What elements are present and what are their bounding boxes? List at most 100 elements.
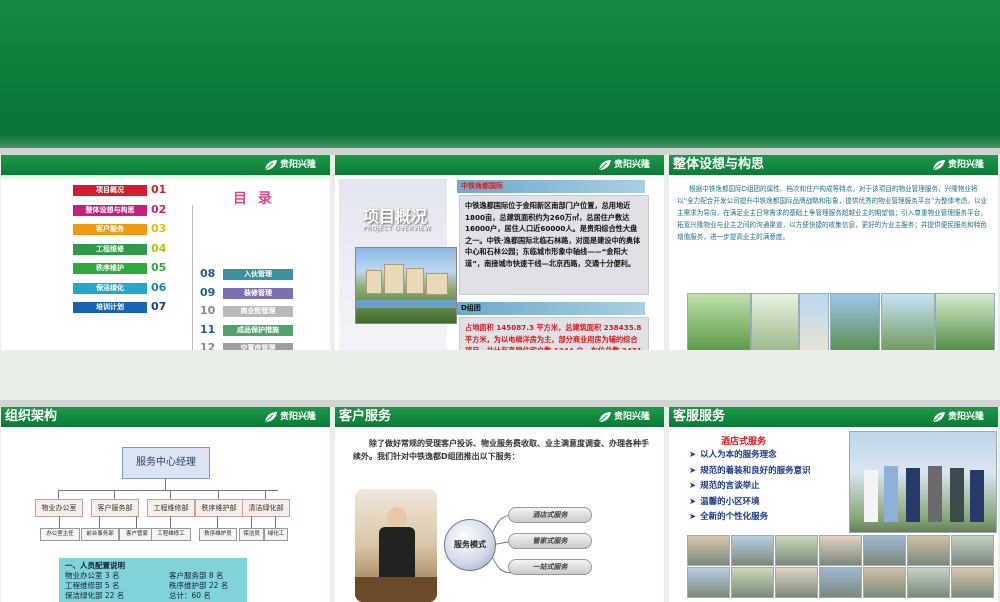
- toc-item-11[interactable]: 成品保护措施: [223, 324, 293, 336]
- toc-number-5: 05: [151, 261, 167, 274]
- service-photo-thumb: [863, 535, 906, 566]
- toc-number-4: 04: [151, 241, 167, 255]
- toc-item-1[interactable]: 项目概况: [73, 185, 147, 196]
- toc-number-11: 11: [200, 322, 216, 336]
- service-mode-2[interactable]: 管家式服务: [508, 533, 592, 549]
- slide-customer-service[interactable]: 客户服务 贵阳兴隆 除了做好常规的受理客户投诉、物业服务费收取、业主满意度调查、…: [335, 407, 664, 602]
- service-item-label: 以人为本的服务理念: [700, 450, 777, 460]
- service-item-label: 规范的言谈举止: [700, 481, 760, 491]
- service-photo-thumb: [687, 567, 730, 598]
- service-photo-6: [935, 293, 995, 350]
- arrow-icon: ➤: [689, 450, 697, 460]
- toc-item-10[interactable]: 商业街管理: [223, 306, 293, 317]
- staff-count: 物业办公室 3 名: [65, 571, 120, 580]
- toc-number-1: 01: [151, 183, 167, 196]
- org-node-dept-5: 清洁绿化部: [242, 499, 290, 517]
- toc-item-2[interactable]: 整体设想与构思: [73, 204, 147, 216]
- org-node-manager: 服务中心经理: [122, 447, 210, 479]
- arrow-icon: ➤: [689, 465, 697, 476]
- slide-title: 组织架构: [5, 409, 58, 424]
- service-photo-5: [881, 293, 935, 350]
- org-node-dept-1: 物业办公室: [35, 499, 83, 517]
- service-item-label: 温馨的小区环境: [700, 496, 760, 507]
- slide-service-items[interactable]: 客服服务 贵阳兴隆 酒店式服务 ➤ 以人为本的服务理念 ➤ 规范的着装和良好的服务意识…: [669, 407, 998, 602]
- slide-header: 整体设想与构思 贵阳兴隆: [669, 155, 998, 175]
- service-photo-1: [687, 293, 751, 350]
- slide-header: 贵阳兴隆: [1, 155, 330, 175]
- service-photo-thumb: [819, 535, 862, 566]
- overview-text-box: 中铁逸都国际位于金阳新区南部门户位置，总用地近1800亩，总建筑面积约为260万…: [459, 195, 649, 295]
- staff-row: 工程维修部 5 名 秩序维护部 22 名: [65, 581, 241, 591]
- toc-item-8[interactable]: 入伙管理: [223, 269, 293, 280]
- slide-organization-structure[interactable]: 组织架构 贵阳兴隆 服务中心经理 物业办公室 客户服务部 工程维修部 秩序维护部 清洁绿…: [1, 407, 330, 602]
- service-photo-thumb: [687, 535, 730, 566]
- slide-title: 项目概况: [363, 207, 428, 226]
- service-item-label: 全新的个性化服务: [700, 512, 769, 522]
- service-photo-thumb: [951, 567, 994, 598]
- service-item-5: ➤ 全新的个性化服务: [689, 511, 768, 523]
- arrow-icon: ➤: [689, 496, 697, 507]
- toc-divider: [192, 205, 193, 350]
- toc-number-9: 09: [200, 285, 216, 299]
- service-item-label: 规范的着装和良好的服务意识: [700, 465, 811, 476]
- toc-number-6: 06: [151, 280, 167, 294]
- project-aerial-photo: [355, 247, 457, 324]
- slide-title: 客户服务: [339, 409, 392, 424]
- service-item-2: ➤ 规范的着装和良好的服务意识: [689, 465, 811, 477]
- slide-table-of-contents[interactable]: 贵阳兴隆 目 录 项目概况 01 整体设想与构思 02 客户服务 03 工程维修 04 秩序维护…: [1, 155, 330, 350]
- service-photo-thumb: [819, 567, 862, 598]
- org-node-role-1: 办公室主任: [40, 528, 80, 541]
- service-photo-thumb: [775, 567, 818, 598]
- slide-header: 贵阳兴隆: [335, 155, 664, 175]
- org-node-role-5: 秩序维护员: [199, 528, 237, 541]
- service-photo-thumb: [775, 535, 818, 566]
- arrow-icon: ➤: [689, 512, 697, 522]
- org-node-role-6: 保洁员: [239, 528, 264, 541]
- slide-overall-concept[interactable]: 整体设想与构思 贵阳兴隆 根据中铁逸都国际D组团的属性、档次和住户构成等特点，对…: [669, 155, 998, 350]
- toc-item-5[interactable]: 秩序维护: [73, 263, 147, 274]
- d-group-text-box: 占地面积 145087.3 平方米，总建筑面积 238435.8 平方米，为以电…: [459, 317, 649, 350]
- company-logo: 贵阳兴隆: [264, 158, 326, 172]
- service-photo-thumb: [731, 535, 774, 566]
- company-logo: 贵阳兴隆: [598, 410, 660, 424]
- toc-number-2: 02: [151, 202, 167, 216]
- toc-item-3[interactable]: 客户服务: [73, 224, 147, 235]
- customer-service-paragraph: 除了做好常规的受理客户投诉、物业服务费收取、业主满意度调查、办理各种手续外。我们…: [353, 439, 649, 461]
- toc-item-12[interactable]: 空置房管理: [223, 343, 293, 350]
- service-item-1: ➤ 以人为本的服务理念: [689, 449, 777, 461]
- org-node-role-4: 工程维修工: [151, 528, 191, 541]
- section-tag-d-group: D组团: [457, 302, 645, 315]
- org-node-role-7: 绿化工: [264, 528, 288, 541]
- slide-project-overview[interactable]: 贵阳兴隆 项目概况 PROJECT OVERVIEW 中铁逸都国际 中铁逸都国际…: [335, 155, 664, 350]
- service-photo-4: [830, 293, 880, 350]
- toc-item-6[interactable]: 保洁绿化: [73, 282, 147, 294]
- receptionist-photo: [355, 489, 437, 602]
- staff-config-title: 一、人员配置说明: [65, 561, 125, 570]
- toc-item-4[interactable]: 工程维修: [73, 243, 147, 255]
- staff-config-box: 一、人员配置说明 物业办公室 3 名 客户服务部 8 名工程维修部 5 名 秩序维护…: [59, 558, 247, 602]
- hotel-service-heading: 酒店式服务: [721, 437, 767, 447]
- company-logo: 贵阳兴隆: [932, 158, 994, 172]
- service-photo-thumb: [907, 535, 950, 566]
- company-logo: 贵阳兴隆: [598, 158, 660, 172]
- toc-item-9[interactable]: 装修管理: [223, 287, 293, 299]
- concept-paragraph: 根据中铁逸都国际D组团的属性、档次和住户构成等特点，对于该项目的物业管理服务，兴…: [677, 185, 988, 241]
- toc-number-12: 12: [200, 341, 216, 351]
- service-photo-3: [799, 293, 829, 350]
- toc-title: 目 录: [233, 191, 275, 207]
- service-mode-circle: 服务模式: [444, 519, 496, 571]
- service-photo-thumb: [951, 535, 994, 566]
- service-mode-3[interactable]: 一站式服务: [508, 559, 592, 575]
- org-node-role-3: 客户管家: [119, 528, 155, 541]
- staff-count: 客户服务部 8 名: [169, 571, 224, 580]
- company-logo: 贵阳兴隆: [932, 410, 994, 424]
- toc-item-7[interactable]: 培训计划: [73, 302, 147, 313]
- staff-count: 秩序维护部 22 名: [169, 581, 229, 590]
- org-node-dept-3: 工程维修部: [147, 499, 195, 517]
- top-banner: [0, 0, 1000, 148]
- service-mode-1[interactable]: 酒店式服务: [508, 507, 592, 523]
- service-photo-2: [751, 293, 799, 350]
- arrow-icon: ➤: [689, 481, 697, 491]
- service-item-3: ➤ 规范的言谈举止: [689, 480, 760, 492]
- toc-number-8: 08: [200, 267, 216, 280]
